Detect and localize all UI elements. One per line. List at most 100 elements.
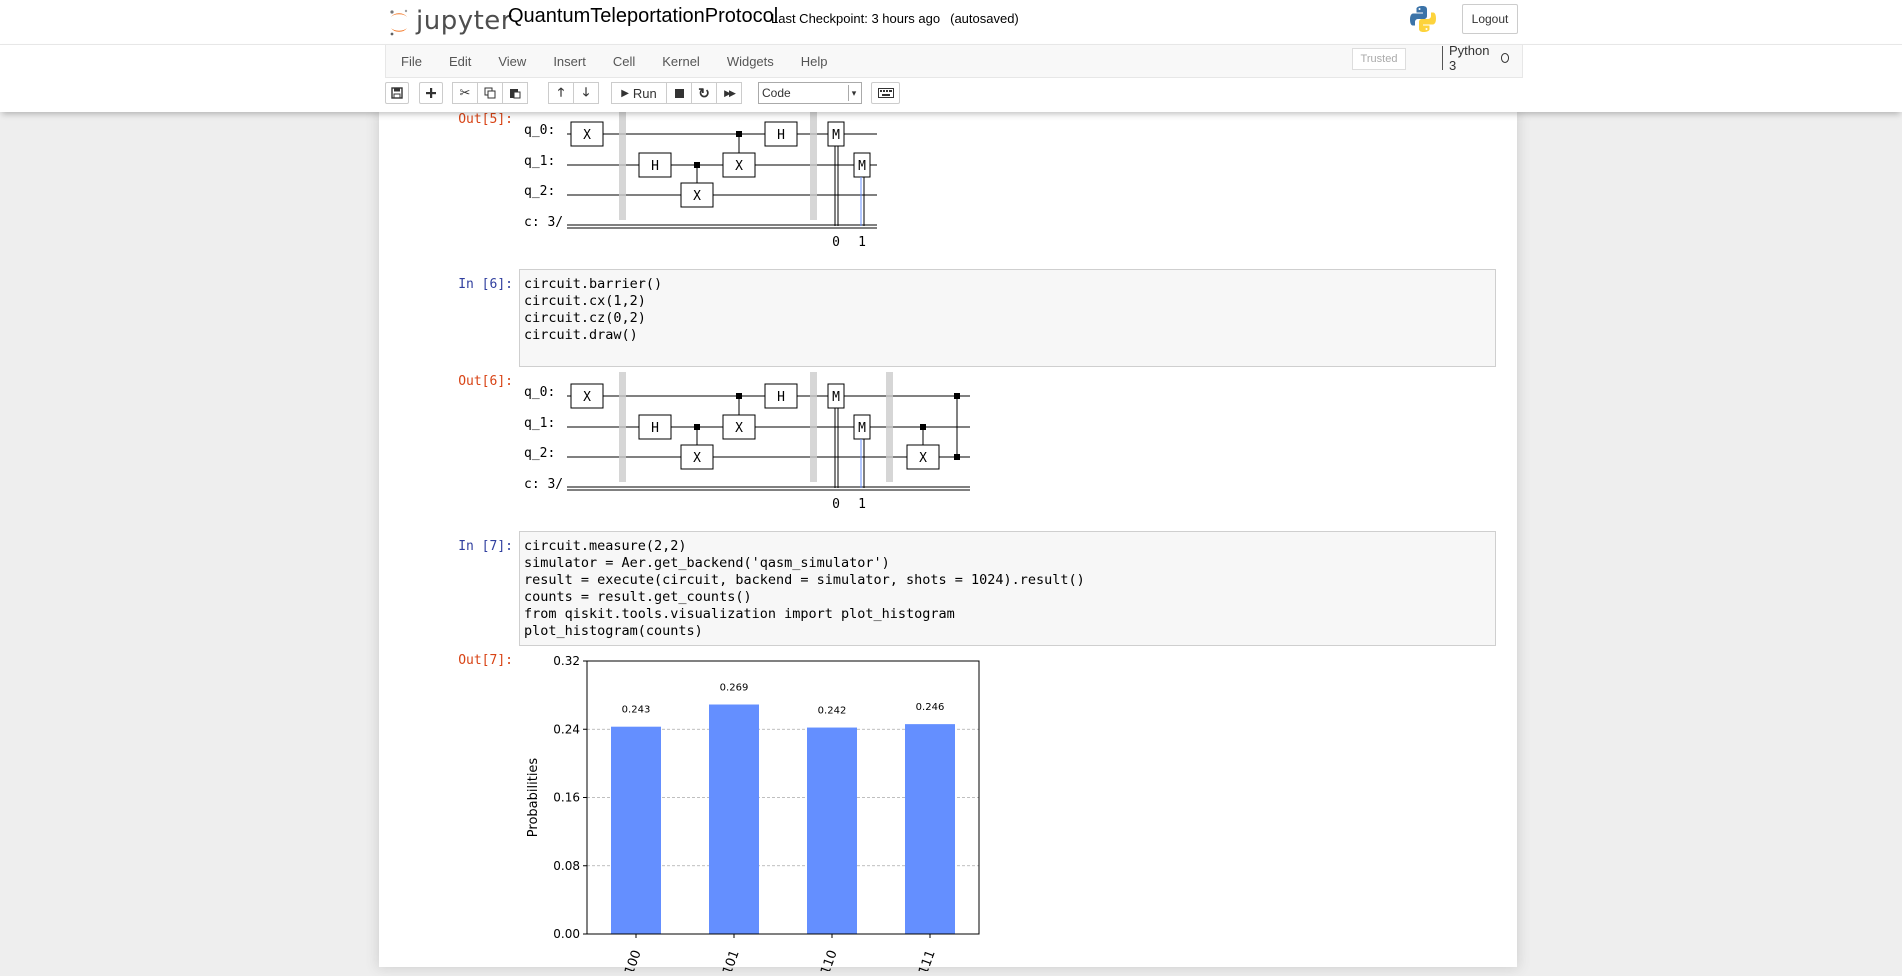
run-button[interactable]: ▶ Run: [611, 82, 667, 104]
menu-insert[interactable]: Insert: [538, 54, 598, 69]
notebook-header: jupyter QuantumTeleportationProtocol Las…: [0, 0, 1902, 44]
histogram-bar: [709, 704, 759, 934]
copy-button[interactable]: [477, 82, 503, 104]
cut-icon: ✂: [459, 85, 471, 100]
add-cell-icon: [426, 88, 436, 98]
gate-h: H: [651, 421, 659, 436]
gate-x: X: [583, 128, 591, 143]
gate-measure: M: [832, 128, 840, 143]
gate-x: X: [583, 390, 591, 405]
menu-help[interactable]: Help: [786, 54, 840, 69]
menu-file[interactable]: File: [386, 54, 434, 69]
menu-view[interactable]: View: [483, 54, 538, 69]
menu-widgets[interactable]: Widgets: [712, 54, 786, 69]
cell-type-value: Code: [762, 86, 791, 100]
gate-h: H: [777, 128, 785, 143]
x-tick-label: 101: [720, 948, 743, 971]
jupyter-logo[interactable]: jupyter: [388, 5, 512, 37]
histogram-bar: [611, 726, 661, 934]
chevron-down-icon: ▾: [848, 85, 859, 101]
trusted-indicator[interactable]: Trusted: [1352, 48, 1406, 70]
measure-label: 1: [858, 497, 866, 512]
jupyter-logo-icon: [388, 7, 410, 36]
checkpoint-status: Last Checkpoint: 3 hours ago (autosaved): [771, 11, 1019, 26]
notebook-name[interactable]: QuantumTeleportationProtocol: [508, 5, 778, 28]
add-cell-button[interactable]: [419, 82, 443, 104]
kernel-indicator[interactable]: Python 3: [1442, 43, 1510, 73]
code-cell-7[interactable]: circuit.measure(2,2) simulator = Aer.get…: [519, 531, 1496, 646]
copy-icon: [484, 87, 496, 99]
histogram-bar: [905, 724, 955, 934]
stop-button[interactable]: [666, 82, 692, 104]
stop-icon: [674, 88, 684, 98]
kernel-name: Python 3: [1449, 43, 1490, 73]
move-down-button[interactable]: 🡓: [573, 82, 599, 104]
code-line: circuit.draw(): [524, 327, 638, 343]
out6-prompt: Out[6]:: [458, 374, 513, 389]
wire-label-q1: q_1:: [524, 416, 555, 431]
code-cell-6[interactable]: circuit.barrier() circuit.cx(1,2) circui…: [519, 269, 1496, 367]
gate-h: H: [777, 390, 785, 405]
menu-edit[interactable]: Edit: [434, 54, 483, 69]
restart-button[interactable]: ↻: [691, 82, 717, 104]
wire-label-c: c: 3/: [524, 215, 563, 230]
y-tick-label: 0.00: [553, 927, 580, 941]
logout-button[interactable]: Logout: [1462, 4, 1518, 34]
wire-label-c: c: 3/: [524, 477, 563, 492]
code-editor[interactable]: circuit.measure(2,2) simulator = Aer.get…: [524, 538, 1495, 640]
fast-forward-icon: ▶▶: [724, 87, 736, 98]
histogram-svg: 0.00 0.08 0.16 0.24 0.32 0.243 100 0.269 101 0.24…: [526, 654, 980, 976]
code-line: circuit.measure(2,2): [524, 538, 687, 554]
x-tick-label: 110: [818, 948, 841, 971]
y-tick-label: 0.08: [553, 859, 580, 873]
gate-cx-target: X: [919, 451, 927, 466]
jupyter-logo-text: jupyter: [416, 6, 512, 36]
code-line: circuit.cz(0,2): [524, 310, 646, 326]
paste-icon: [510, 89, 521, 99]
bar-data-label: 0.246: [916, 702, 945, 713]
wire-label-q0: q_0:: [524, 123, 555, 138]
move-down-icon: 🡓: [582, 84, 590, 99]
code-editor[interactable]: circuit.barrier() circuit.cx(1,2) circui…: [524, 276, 1495, 344]
python-logo-icon: [1408, 4, 1438, 34]
menu-kernel[interactable]: Kernel: [647, 54, 712, 69]
gate-measure: M: [832, 390, 840, 405]
out5-prompt: Out[5]:: [458, 112, 513, 127]
y-axis-label: Probabilities: [526, 758, 541, 838]
move-up-button[interactable]: 🡑: [548, 82, 574, 104]
gate-cx-target: X: [735, 159, 743, 174]
code-line: result = execute(circuit, backend = simu…: [524, 572, 1085, 588]
command-palette-button[interactable]: [871, 82, 900, 104]
run-icon: ▶: [621, 87, 629, 99]
checkpoint-text: Last Checkpoint: 3 hours ago: [771, 11, 941, 26]
measure-label: 0: [832, 235, 840, 250]
gate-measure: M: [858, 421, 866, 436]
out7-prompt: Out[7]:: [458, 653, 513, 668]
gate-cx-target: X: [693, 451, 701, 466]
gate-measure: M: [858, 159, 866, 174]
histogram-bar: [807, 727, 857, 934]
cell-type-select[interactable]: Code ▾: [758, 82, 862, 104]
save-icon: [391, 87, 403, 99]
y-tick-label: 0.24: [553, 722, 580, 736]
menu-cell[interactable]: Cell: [598, 54, 647, 69]
code-line: simulator = Aer.get_backend('qasm_simula…: [524, 555, 890, 571]
in7-prompt: In [7]:: [458, 539, 513, 554]
gate-h: H: [651, 159, 659, 174]
cut-button[interactable]: ✂: [452, 82, 478, 104]
measure-label: 1: [858, 235, 866, 250]
bar-data-label: 0.242: [818, 706, 847, 717]
keyboard-icon: [877, 88, 894, 98]
code-line: circuit.cx(1,2): [524, 293, 646, 309]
wire-label-q2: q_2:: [524, 446, 555, 461]
gate-cx-target: X: [693, 189, 701, 204]
x-tick-label: 100: [622, 948, 645, 971]
fast-forward-button[interactable]: ▶▶: [716, 82, 742, 104]
save-button[interactable]: [385, 82, 409, 104]
code-line: counts = result.get_counts(): [524, 589, 752, 605]
wire-label-q2: q_2:: [524, 184, 555, 199]
wire-label-q1: q_1:: [524, 154, 555, 169]
paste-button[interactable]: [502, 82, 528, 104]
move-up-icon: 🡑: [557, 84, 565, 99]
kernel-idle-icon: [1500, 53, 1510, 63]
